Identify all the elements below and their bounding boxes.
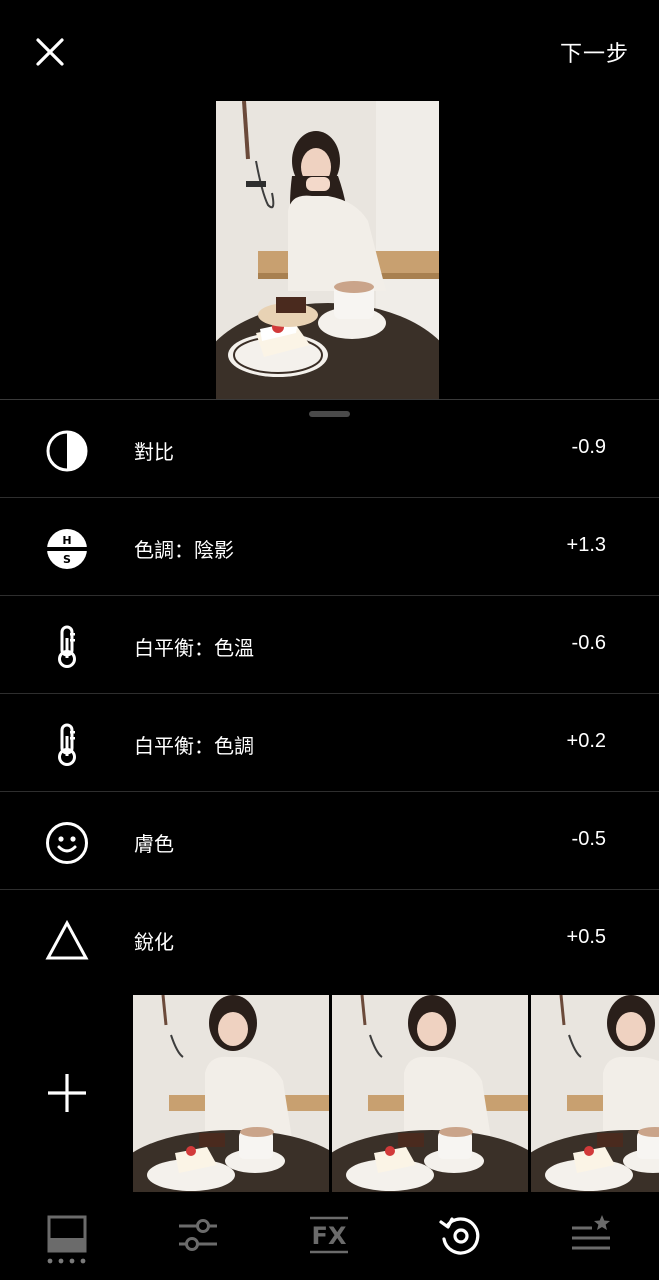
- hs-split-tone-icon: H S: [47, 529, 87, 569]
- history-icon[interactable]: [437, 1212, 483, 1258]
- adjustment-value: -0.5: [571, 828, 606, 850]
- adjustment-label: 對比: [134, 442, 174, 464]
- adjustment-row-wb-tint[interactable]: 白平衡：色調 +0.2: [0, 694, 659, 792]
- svg-text:H: H: [62, 534, 71, 547]
- adjustment-label: 色調：陰影: [134, 540, 234, 562]
- adjustment-value: +0.2: [566, 730, 606, 752]
- add-icon[interactable]: [44, 1070, 90, 1116]
- adjustment-label: 白平衡：色調: [134, 736, 254, 758]
- next-button[interactable]: 下一步: [560, 36, 629, 68]
- recipes-icon[interactable]: [568, 1212, 614, 1258]
- thumbnail-image: [133, 995, 329, 1192]
- bottom-toolbar: FX: [0, 1192, 659, 1280]
- pagination-dots: [47, 1258, 86, 1264]
- thumbnail-image: [332, 995, 528, 1192]
- thumbnail[interactable]: [133, 995, 329, 1192]
- adjustment-value: -0.9: [571, 436, 606, 458]
- adjustment-list: 對比 -0.9 H S 色調：陰影 +1.3 白平衡：色溫 -0.6 白平衡：色…: [0, 400, 659, 987]
- adjustment-row-split-tone-shadows[interactable]: H S 色調：陰影 +1.3: [0, 498, 659, 596]
- adjustment-row-wb-temperature[interactable]: 白平衡：色溫 -0.6: [0, 596, 659, 694]
- adjustment-row-sharpen[interactable]: 銳化 +0.5: [0, 890, 659, 987]
- fx-icon[interactable]: FX: [306, 1212, 352, 1258]
- top-bar: 下一步: [0, 0, 659, 100]
- presets-icon[interactable]: [44, 1212, 90, 1258]
- thumbnail-image: [531, 995, 659, 1192]
- thumbnail[interactable]: [332, 995, 528, 1192]
- thermometer-icon: [58, 625, 76, 668]
- adjustment-label: 白平衡：色溫: [134, 638, 254, 660]
- thumbnail-strip[interactable]: [133, 995, 659, 1192]
- svg-text:FX: FX: [312, 1222, 347, 1250]
- adjustment-row-skin-tone[interactable]: 膚色 -0.5: [0, 792, 659, 890]
- smiley-icon: [46, 822, 88, 864]
- sliders-icon[interactable]: [175, 1212, 221, 1258]
- photo-preview-image: [216, 101, 439, 399]
- adjustment-label: 銳化: [134, 932, 174, 954]
- svg-text:S: S: [63, 553, 71, 566]
- adjustment-value: +0.5: [566, 926, 606, 948]
- adjustment-row-contrast[interactable]: 對比 -0.9: [0, 400, 659, 498]
- thermometer-icon: [58, 723, 76, 766]
- contrast-icon: [46, 430, 88, 472]
- close-icon[interactable]: [30, 32, 70, 72]
- adjustment-label: 膚色: [134, 834, 174, 856]
- photo-preview[interactable]: [216, 101, 439, 399]
- adjustment-value: +1.3: [566, 534, 606, 556]
- triangle-icon: [45, 919, 89, 960]
- adjustment-value: -0.6: [571, 632, 606, 654]
- thumbnail[interactable]: [531, 995, 659, 1192]
